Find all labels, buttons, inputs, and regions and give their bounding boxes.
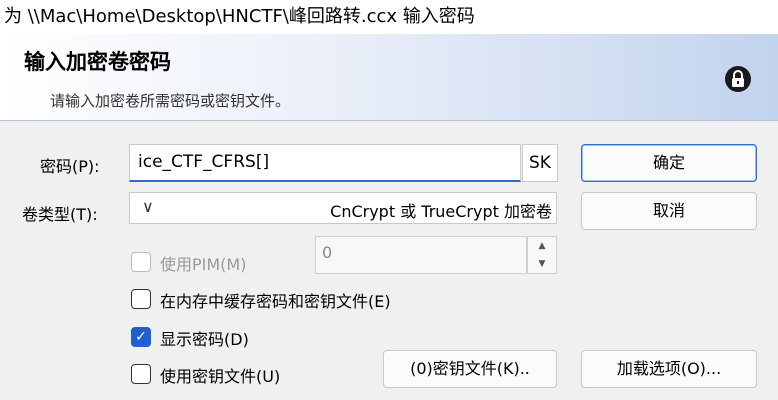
- cache-checkbox[interactable]: [131, 289, 151, 309]
- volume-type-select[interactable]: ∨ CnCrypt 或 TrueCrypt 加密卷: [129, 192, 557, 224]
- chevron-down-icon: ∨: [142, 197, 154, 216]
- keyfiles-button[interactable]: (0)密钥文件(K)..: [383, 350, 557, 388]
- pim-input[interactable]: 0: [315, 236, 527, 274]
- window-title: 为 \\Mac\Home\Desktop\HNCTF\峰回路转.ccx 输入密码: [0, 0, 778, 34]
- stepper-down-icon[interactable]: ▼: [528, 255, 556, 273]
- pim-stepper[interactable]: ▲ ▼: [527, 236, 557, 274]
- show-password-label: 显示密码(D): [160, 330, 249, 349]
- cache-label: 在内存中缓存密码和密钥文件(E): [160, 292, 391, 311]
- dialog-subtitle: 请输入加密卷所需密码或密钥文件。: [50, 92, 291, 110]
- password-input[interactable]: ice_CTF_CFRS[]: [129, 144, 521, 182]
- stepper-up-icon[interactable]: ▲: [528, 237, 556, 255]
- volume-type-value: CnCrypt 或 TrueCrypt 加密卷: [330, 202, 552, 221]
- sk-button[interactable]: SK: [522, 144, 558, 182]
- lock-icon: [725, 66, 751, 92]
- show-password-checkbox[interactable]: ✓: [131, 327, 151, 347]
- use-keyfiles-checkbox[interactable]: [131, 364, 151, 384]
- use-keyfiles-label: 使用密钥文件(U): [160, 367, 281, 386]
- mount-options-button[interactable]: 加载选项(O)...: [581, 350, 757, 388]
- cancel-button[interactable]: 取消: [581, 192, 757, 230]
- ok-button[interactable]: 确定: [581, 144, 757, 182]
- header-banner: 输入加密卷密码 请输入加密卷所需密码或密钥文件。: [0, 34, 778, 121]
- volume-type-label: 卷类型(T):: [22, 205, 98, 224]
- password-label: 密码(P):: [40, 157, 100, 176]
- use-pim-label: 使用PIM(M): [160, 255, 247, 274]
- use-pim-checkbox[interactable]: [131, 252, 151, 272]
- dialog-title: 输入加密卷密码: [24, 50, 171, 74]
